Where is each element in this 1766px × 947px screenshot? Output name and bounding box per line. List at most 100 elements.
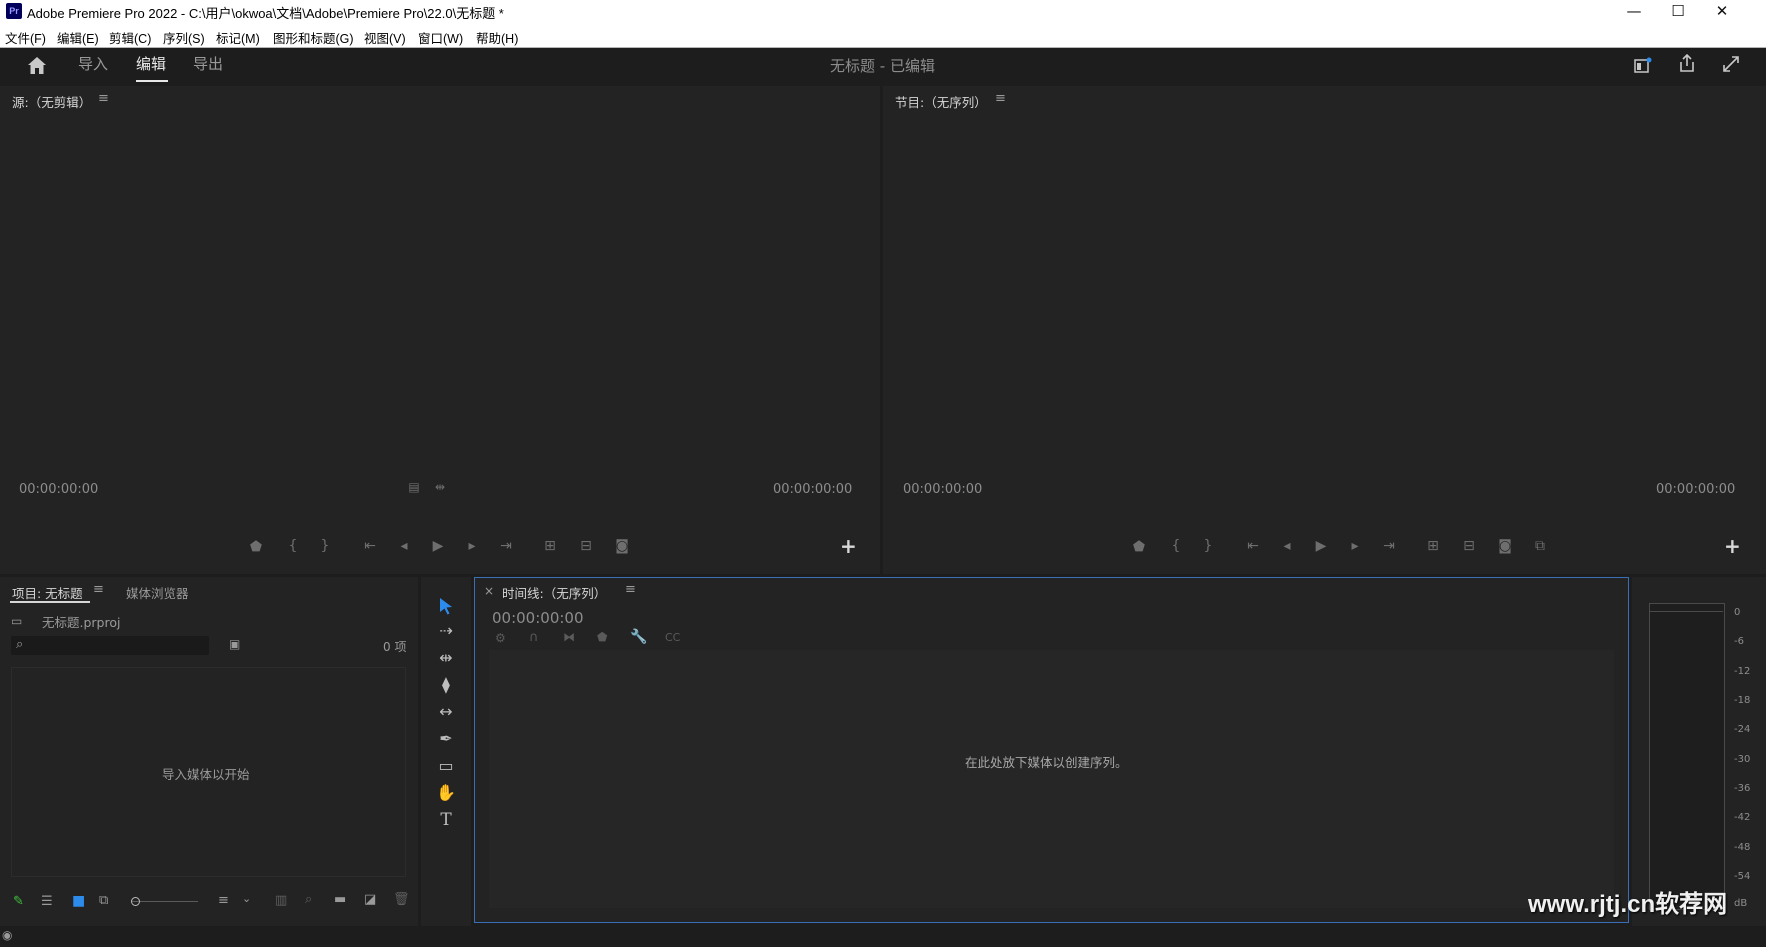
go-to-in-icon[interactable]: ⇤ <box>1243 538 1263 554</box>
zoom-slider-handle[interactable] <box>131 897 140 906</box>
menu-sequence[interactable]: 序列(S) <box>163 28 205 47</box>
close-window-button[interactable]: ✕ <box>1700 0 1744 23</box>
extract-icon[interactable]: ⊟ <box>1459 538 1479 554</box>
step-back-icon[interactable]: ◂ <box>394 538 414 554</box>
maximize-button[interactable]: ☐ <box>1656 0 1700 23</box>
source-button-editor-plus-icon[interactable]: + <box>840 534 857 558</box>
home-icon[interactable] <box>27 56 47 75</box>
minimize-button[interactable]: — <box>1612 0 1656 23</box>
program-monitor-title[interactable]: 节目:（无序列） <box>895 92 987 111</box>
new-item-icon[interactable]: ◪ <box>364 892 376 907</box>
program-button-editor-plus-icon[interactable]: + <box>1724 534 1741 558</box>
ripple-edit-tool-icon[interactable]: ⇹ <box>433 647 459 669</box>
close-timeline-icon[interactable]: × <box>484 584 494 598</box>
menu-graphics[interactable]: 图形和标题(G) <box>273 28 354 47</box>
project-search-input[interactable]: ⌕ <box>11 636 209 655</box>
share-icon[interactable] <box>1678 54 1696 73</box>
mark-out-icon[interactable]: } <box>1198 538 1218 554</box>
menu-view[interactable]: 视图(V) <box>364 28 406 47</box>
new-bin-icon[interactable]: ▬ <box>334 892 346 907</box>
add-marker-icon[interactable]: ⬟ <box>597 630 607 644</box>
find-in-project-icon[interactable]: ⌕ <box>305 892 312 907</box>
slip-tool-icon[interactable]: ↔ <box>433 701 459 723</box>
menu-help[interactable]: 帮助(H) <box>476 28 518 47</box>
meter-tick-6: -6 <box>1734 636 1744 647</box>
zoom-slider[interactable] <box>132 901 198 902</box>
captions-icon[interactable]: CC <box>665 631 680 644</box>
mark-in-icon[interactable]: { <box>283 538 303 554</box>
program-monitor-panel: 节目:（无序列） ≡ 00:00:00:00 00:00:00:00 ⬟ { }… <box>883 86 1766 574</box>
timeline-settings-wrench-icon[interactable]: 🔧 <box>630 629 647 645</box>
tab-project[interactable]: 项目: 无标题 <box>12 583 83 602</box>
clear-icon[interactable]: 🗑 <box>393 892 410 907</box>
project-bin-area[interactable]: 导入媒体以开始 <box>11 667 406 877</box>
pen-tool-icon[interactable]: ✒ <box>433 728 459 750</box>
menu-window[interactable]: 窗口(W) <box>418 28 463 47</box>
play-icon[interactable]: ▶ <box>1311 538 1331 554</box>
find-icon[interactable]: ▣ <box>229 637 240 651</box>
menu-markers[interactable]: 标记(M) <box>216 28 260 47</box>
project-panel-menu-icon[interactable]: ≡ <box>93 582 104 597</box>
menu-edit[interactable]: 编辑(E) <box>57 28 99 47</box>
hand-tool-icon[interactable]: ✋ <box>433 782 459 804</box>
source-timecode-current[interactable]: 00:00:00:00 <box>19 482 98 497</box>
go-to-out-icon[interactable]: ⇥ <box>1379 538 1399 554</box>
timeline-title[interactable]: 时间线:（无序列） <box>502 583 606 602</box>
timeline-drop-area[interactable]: 在此处放下媒体以创建序列。 <box>489 650 1614 908</box>
source-monitor-title[interactable]: 源:（无剪辑） <box>12 92 91 111</box>
watermark: www.rjtj.cn软荐网 <box>1528 891 1728 918</box>
menu-clip[interactable]: 剪辑(C) <box>109 28 151 47</box>
selection-tool-icon[interactable] <box>438 597 454 615</box>
overwrite-icon[interactable]: ⊟ <box>576 538 596 554</box>
sort-icon[interactable]: ≡ <box>218 893 229 908</box>
step-forward-icon[interactable]: ▸ <box>462 538 482 554</box>
play-icon[interactable]: ▶ <box>428 538 448 554</box>
program-timecode-duration: 00:00:00:00 <box>1656 482 1736 497</box>
export-frame-icon[interactable]: ◙ <box>612 538 632 554</box>
tab-import[interactable]: 导入 <box>78 53 108 74</box>
track-select-tool-icon[interactable]: ⇢ <box>433 620 459 642</box>
sort-dropdown-chevron-icon[interactable]: ⌄ <box>242 892 251 905</box>
lift-icon[interactable]: ⊞ <box>1423 538 1443 554</box>
tab-export[interactable]: 导出 <box>193 53 223 74</box>
meter-tick-36: -36 <box>1734 783 1751 794</box>
source-panel-menu-icon[interactable]: ≡ <box>98 91 109 106</box>
document-title: 无标题 - 已编辑 <box>830 57 935 75</box>
mark-out-icon[interactable]: } <box>315 538 335 554</box>
step-back-icon[interactable]: ◂ <box>1277 538 1297 554</box>
tab-media-browser[interactable]: 媒体浏览器 <box>126 583 189 602</box>
meter-tick-48: -48 <box>1734 842 1751 853</box>
automate-to-sequence-icon[interactable]: ▥ <box>275 893 287 908</box>
razor-tool-icon[interactable]: ⧫ <box>433 674 459 696</box>
mark-in-icon[interactable]: { <box>1166 538 1186 554</box>
icon-view-icon[interactable]: ■ <box>72 893 85 909</box>
comparison-view-icon[interactable]: ⧉ <box>1530 538 1550 554</box>
go-to-in-icon[interactable]: ⇤ <box>360 538 380 554</box>
type-tool-icon[interactable]: T <box>433 809 459 831</box>
background-task-icon[interactable]: ◉ <box>2 928 12 942</box>
freeform-view-icon[interactable]: ⧉ <box>99 893 108 908</box>
tab-edit[interactable]: 编辑 <box>136 53 166 74</box>
add-marker-icon[interactable]: ⬟ <box>1129 539 1149 555</box>
nest-sequence-icon[interactable]: ⚙ <box>495 631 506 645</box>
step-forward-icon[interactable]: ▸ <box>1345 538 1365 554</box>
write-lock-icon[interactable]: ✎ <box>13 894 24 909</box>
list-view-icon[interactable]: ☰ <box>41 894 53 909</box>
program-panel-menu-icon[interactable]: ≡ <box>995 91 1006 106</box>
timeline-timecode[interactable]: 00:00:00:00 <box>492 609 584 627</box>
drag-audio-icon[interactable]: ⇹ <box>430 480 450 494</box>
snap-icon[interactable]: ∩ <box>529 630 539 645</box>
export-frame-icon[interactable]: ◙ <box>1495 538 1515 554</box>
active-tab-indicator <box>136 80 168 82</box>
program-timecode-current[interactable]: 00:00:00:00 <box>903 482 982 497</box>
rectangle-tool-icon[interactable]: ▭ <box>433 755 459 777</box>
fullscreen-icon[interactable] <box>1722 55 1740 73</box>
go-to-out-icon[interactable]: ⇥ <box>496 538 516 554</box>
drag-video-icon[interactable]: ▤ <box>404 480 424 494</box>
menu-file[interactable]: 文件(F) <box>5 28 46 47</box>
timeline-panel-menu-icon[interactable]: ≡ <box>625 582 636 597</box>
insert-icon[interactable]: ⊞ <box>540 538 560 554</box>
linked-selection-icon[interactable]: ⧓ <box>563 630 575 644</box>
add-marker-icon[interactable]: ⬟ <box>246 539 266 555</box>
workspaces-icon[interactable] <box>1634 57 1652 73</box>
